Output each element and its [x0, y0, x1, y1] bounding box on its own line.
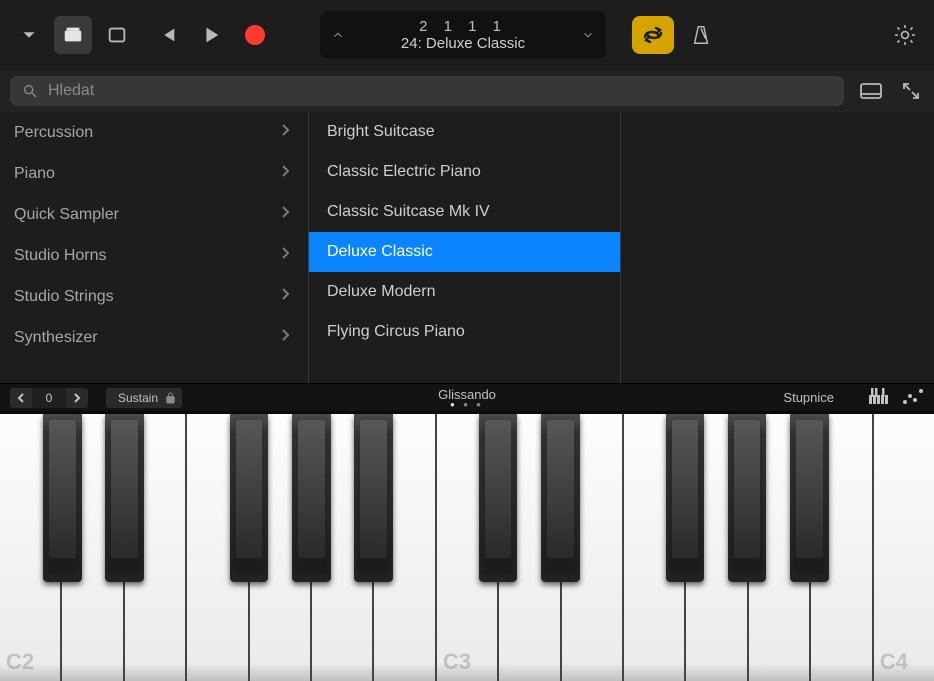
chevron-right-icon: [281, 328, 290, 347]
category-label: Studio Strings: [14, 288, 114, 306]
black-key[interactable]: [354, 414, 393, 582]
category-label: Studio Horns: [14, 247, 107, 265]
arpeggiator-button[interactable]: [902, 387, 924, 408]
play-icon: [200, 24, 222, 46]
expand-icon: [901, 81, 921, 101]
sound-browser: Percussion Piano Quick Sampler Studio Horns…: [0, 112, 934, 383]
panel-icon: [859, 81, 883, 101]
category-label: Percussion: [14, 124, 93, 142]
preset-row[interactable]: Deluxe Modern: [309, 272, 620, 312]
lcd-center: 2 1 1 1 24: Deluxe Classic: [356, 18, 570, 53]
sustain-label: Sustain: [118, 391, 158, 405]
record-icon: [245, 25, 265, 45]
preset-row[interactable]: Bright Suitcase: [309, 112, 620, 152]
preset-row[interactable]: Deluxe Classic: [309, 232, 620, 272]
menu-dropdown-button[interactable]: [10, 16, 48, 54]
piano-keyboard[interactable]: C2 C3 C4: [0, 411, 934, 681]
go-to-start-button[interactable]: [148, 16, 186, 54]
skip-back-icon: [156, 24, 178, 46]
category-row[interactable]: Studio Horns: [0, 235, 308, 276]
preset-row[interactable]: Classic Suitcase Mk IV: [309, 192, 620, 232]
category-row[interactable]: Quick Sampler: [0, 194, 308, 235]
octave-value[interactable]: 0: [32, 388, 66, 408]
black-key[interactable]: [728, 414, 767, 582]
search-row: [0, 70, 934, 112]
black-key[interactable]: [666, 414, 705, 582]
lcd-display[interactable]: 2 1 1 1 24: Deluxe Classic: [320, 11, 606, 59]
black-key[interactable]: [43, 414, 82, 582]
detail-column: [620, 112, 934, 383]
category-label: Quick Sampler: [14, 206, 119, 224]
view-button[interactable]: [98, 16, 136, 54]
keyboard-icon: [868, 387, 890, 405]
chevron-right-icon: [281, 205, 290, 224]
view-mode-button[interactable]: [858, 80, 884, 102]
record-button[interactable]: [236, 16, 274, 54]
gear-icon: [893, 23, 917, 47]
chevron-right-icon: [281, 246, 290, 265]
octave-nav: 0: [10, 388, 88, 408]
lock-icon: [165, 391, 176, 407]
chevron-right-icon: [72, 393, 82, 403]
keyboard-toolbar: 0 Sustain Glissando ● ● ● Stupnice: [0, 383, 934, 411]
category-row[interactable]: Studio Strings: [0, 276, 308, 317]
key-label: C4: [880, 649, 908, 675]
category-label: Synthesizer: [14, 329, 98, 347]
window-icon: [106, 24, 128, 46]
lcd-next-button[interactable]: [570, 28, 606, 42]
preset-row[interactable]: Flying Circus Piano: [309, 312, 620, 352]
black-key[interactable]: [790, 414, 829, 582]
key-label: C2: [6, 649, 34, 675]
black-key[interactable]: [292, 414, 331, 582]
sustain-button[interactable]: Sustain: [106, 388, 182, 408]
chevron-left-icon: [16, 393, 26, 403]
play-mode-selector[interactable]: Glissando ● ● ●: [438, 387, 496, 408]
lcd-patch-name: 24: Deluxe Classic: [356, 35, 570, 52]
lcd-prev-button[interactable]: [320, 28, 356, 42]
metronome-button[interactable]: [682, 16, 720, 54]
arp-icon: [902, 387, 924, 405]
play-button[interactable]: [192, 16, 230, 54]
preset-row[interactable]: Classic Electric Piano: [309, 152, 620, 192]
search-input[interactable]: [48, 82, 832, 100]
settings-button[interactable]: [886, 16, 924, 54]
chevron-right-icon: [281, 287, 290, 306]
page-dots: ● ● ●: [438, 402, 496, 408]
category-row[interactable]: Piano: [0, 153, 308, 194]
black-key[interactable]: [479, 414, 518, 582]
metronome-icon: [690, 23, 712, 47]
black-key[interactable]: [105, 414, 144, 582]
fullscreen-button[interactable]: [898, 80, 924, 102]
octave-down-button[interactable]: [10, 388, 32, 408]
library-icon: [62, 24, 84, 46]
octave-up-button[interactable]: [66, 388, 88, 408]
category-row[interactable]: Synthesizer: [0, 317, 308, 358]
chevron-up-icon: [331, 28, 345, 42]
chevron-right-icon: [281, 164, 290, 183]
black-key[interactable]: [230, 414, 269, 582]
cycle-button[interactable]: [632, 16, 674, 54]
cycle-icon: [641, 25, 665, 45]
category-column: Percussion Piano Quick Sampler Studio Horns…: [0, 112, 308, 383]
library-button[interactable]: [54, 16, 92, 54]
lcd-position: 2 1 1 1: [356, 18, 570, 35]
search-icon: [22, 83, 38, 99]
preset-column: Bright SuitcaseClassic Electric PianoCla…: [308, 112, 620, 383]
black-key[interactable]: [541, 414, 580, 582]
chevron-down-icon: [581, 28, 595, 42]
search-box[interactable]: [10, 76, 844, 106]
category-label: Piano: [14, 165, 55, 183]
chevron-right-icon: [281, 123, 290, 142]
scale-button[interactable]: Stupnice: [783, 390, 834, 405]
category-row[interactable]: Percussion: [0, 112, 308, 153]
top-toolbar: 2 1 1 1 24: Deluxe Classic: [0, 0, 934, 70]
keyboard-layout-button[interactable]: [868, 387, 890, 408]
key-label: C3: [443, 649, 471, 675]
white-key[interactable]: C4: [874, 414, 934, 681]
